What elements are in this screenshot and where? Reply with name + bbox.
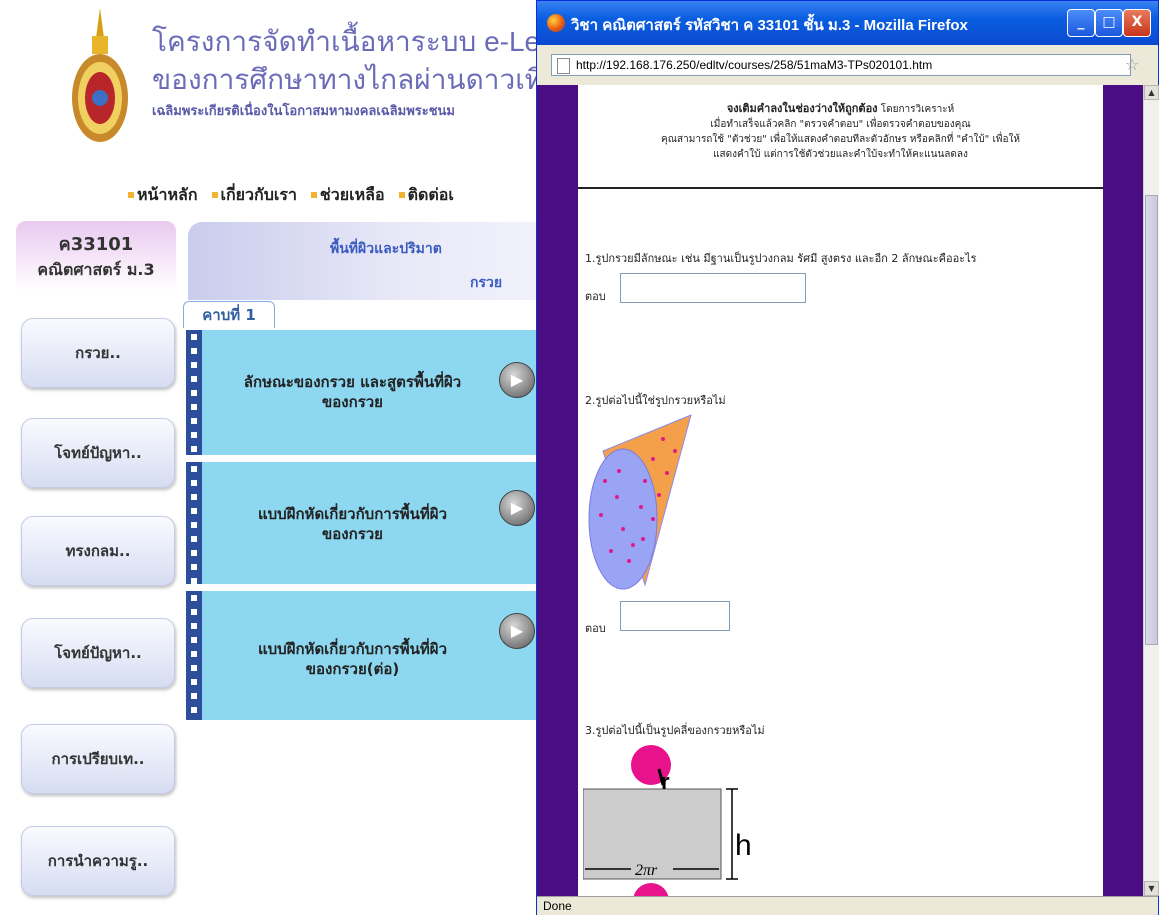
close-button[interactable]: X — [1123, 9, 1151, 37]
nav-label: ติดต่อเ — [407, 186, 454, 204]
instructions-heading: จงเติมคำลงในช่องว่างให้ถูกต้อง — [726, 102, 878, 115]
lesson-card-label: แบบฝึกหัดเกี่ยวกับการพื้นที่ผิว ของกรวย(ต… — [257, 640, 448, 678]
nav-help[interactable]: ช่วยเหลือ — [310, 183, 385, 207]
lesson-card-2[interactable]: แบบฝึกหัดเกี่ยวกับการพื้นที่ผิว ของกรวย ▶ — [186, 462, 541, 584]
question-1: 1.รูปกรวยมีลักษณะ เช่น มีฐานเป็นรูปวงกลม… — [585, 252, 977, 265]
label-h: h — [735, 829, 752, 862]
course-header: ค33101 คณิตศาสตร์ ม.3 — [16, 221, 176, 291]
lesson-title: พื้นที่ผิวและปริมาต — [330, 241, 442, 257]
answer-input-2[interactable] — [620, 601, 730, 631]
address-bar: http://192.168.176.250/edltv/courses/258… — [537, 45, 1158, 86]
scroll-down-icon[interactable]: ▼ — [1144, 881, 1159, 896]
site-title-line-2: ของการศึกษาทางไกลผ่านดาวเทีย — [152, 64, 560, 95]
firefox-window: วิชา คณิตศาสตร์ รหัสวิชา ค 33101 ชั้น ม.… — [536, 0, 1159, 915]
instructions-method: โดยการวิเคราะห์ — [880, 104, 955, 115]
answer-input-1[interactable] — [620, 273, 806, 303]
bullet-icon — [128, 192, 134, 198]
worksheet: จงเติมคำลงในช่องว่างให้ถูกต้อง โดยการวิเ… — [578, 85, 1103, 896]
bookmark-star-icon[interactable]: ☆ — [1125, 55, 1139, 74]
bullet-icon — [211, 192, 218, 198]
instructions-line: เมื่อทำเสร็จแล้วคลิก "ตรวจคำตอบ" เพื่อตร… — [710, 119, 971, 130]
maximize-button[interactable]: □ — [1095, 9, 1123, 37]
url-text: http://192.168.176.250/edltv/courses/258… — [576, 58, 933, 72]
instructions-line: แสดงคำใบ้ แต่การใช้ตัวช่วยและคำใบ้จะทำให… — [713, 149, 968, 160]
status-text: Done — [543, 899, 572, 913]
scrollbar-thumb[interactable] — [1145, 195, 1158, 645]
page-icon — [557, 58, 570, 74]
filmstrip-decoration — [186, 330, 202, 455]
answer-label: ตอบ — [585, 622, 606, 635]
nav-label: เกี่ยวกับเรา — [220, 186, 297, 204]
firefox-icon — [547, 14, 565, 32]
tab-period-1[interactable]: คาบที่ 1 — [183, 301, 275, 328]
window-titlebar[interactable]: วิชา คณิตศาสตร์ รหัสวิชา ค 33101 ชั้น ม.… — [537, 1, 1158, 45]
label-2pi-r: 2πr — [635, 862, 658, 879]
play-icon[interactable]: ▶ — [499, 362, 535, 398]
top-navigation: หน้าหลัก เกี่ยวกับเรา ช่วยเหลือ ติดต่อเ — [128, 183, 454, 207]
course-name: คณิตศาสตร์ ม.3 — [37, 260, 155, 279]
window-title: วิชา คณิตศาสตร์ รหัสวิชา ค 33101 ชั้น ม.… — [571, 17, 968, 34]
lesson-card-label: ลักษณะของกรวย และสูตรพื้นที่ผิว ของกรวย — [243, 373, 462, 411]
label-r: r — [661, 769, 670, 794]
bullet-icon — [398, 192, 405, 198]
instructions: จงเติมคำลงในช่องว่างให้ถูกต้อง โดยการวิเ… — [578, 85, 1103, 189]
cylinder-net-figure: r h 2πr — [583, 745, 752, 896]
lesson-subtitle: กรวย — [470, 275, 503, 291]
sidebar-item-problems-2[interactable]: โจทย์ปัญหา.. — [21, 618, 175, 688]
filmstrip-decoration — [186, 591, 202, 720]
page-viewport: จงเติมคำลงในช่องว่างให้ถูกต้อง โดยการวิเ… — [537, 85, 1143, 896]
sidebar-item-compare[interactable]: การเปรียบเท.. — [21, 724, 175, 794]
sidebar-item-cone[interactable]: กรวย.. — [21, 318, 175, 388]
status-bar: Done — [537, 896, 1158, 915]
url-input[interactable]: http://192.168.176.250/edltv/courses/258… — [551, 54, 1131, 76]
answer-label: ตอบ — [585, 290, 606, 303]
scroll-up-icon[interactable]: ▲ — [1144, 85, 1159, 100]
sidebar-item-sphere[interactable]: ทรงกลม.. — [21, 516, 175, 586]
nav-home[interactable]: หน้าหลัก — [128, 183, 198, 207]
instructions-line: คุณสามารถใช้ "ตัวช่วย" เพื่อให้แสดงคำตอบ… — [661, 134, 1020, 145]
site-title-line-3: เฉลิมพระเกียรติเนื่องในโอกาสมหามงคลเฉลิม… — [152, 103, 456, 118]
bullet-icon — [310, 192, 317, 198]
cone-figure — [588, 414, 692, 590]
course-code: ค33101 — [58, 234, 134, 255]
play-icon[interactable]: ▶ — [499, 613, 535, 649]
question-2: 2.รูปต่อไปนี้ใช่รูปกรวยหรือไม่ — [585, 394, 726, 407]
nav-label: หน้าหลัก — [137, 186, 198, 204]
minimize-button[interactable]: _ — [1067, 9, 1095, 37]
lesson-card-3[interactable]: แบบฝึกหัดเกี่ยวกับการพื้นที่ผิว ของกรวย(ต… — [186, 591, 541, 720]
sidebar-item-problems-1[interactable]: โจทย์ปัญหา.. — [21, 418, 175, 488]
emblem-logo — [72, 8, 128, 142]
lesson-card-1[interactable]: ลักษณะของกรวย และสูตรพื้นที่ผิว ของกรวย ▶ — [186, 330, 541, 455]
nav-about[interactable]: เกี่ยวกับเรา — [211, 183, 297, 207]
vertical-scrollbar[interactable]: ▲ ▼ — [1143, 85, 1159, 896]
nav-contact[interactable]: ติดต่อเ — [398, 183, 454, 207]
sidebar-item-apply[interactable]: การนำความรู.. — [21, 826, 175, 896]
play-icon[interactable]: ▶ — [499, 490, 535, 526]
filmstrip-decoration — [186, 462, 202, 584]
question-3: 3.รูปต่อไปนี้เป็นรูปคลี่ของกรวยหรือไม่ — [585, 724, 765, 737]
lesson-card-label: แบบฝึกหัดเกี่ยวกับการพื้นที่ผิว ของกรวย — [257, 505, 448, 543]
nav-label: ช่วยเหลือ — [319, 186, 385, 204]
